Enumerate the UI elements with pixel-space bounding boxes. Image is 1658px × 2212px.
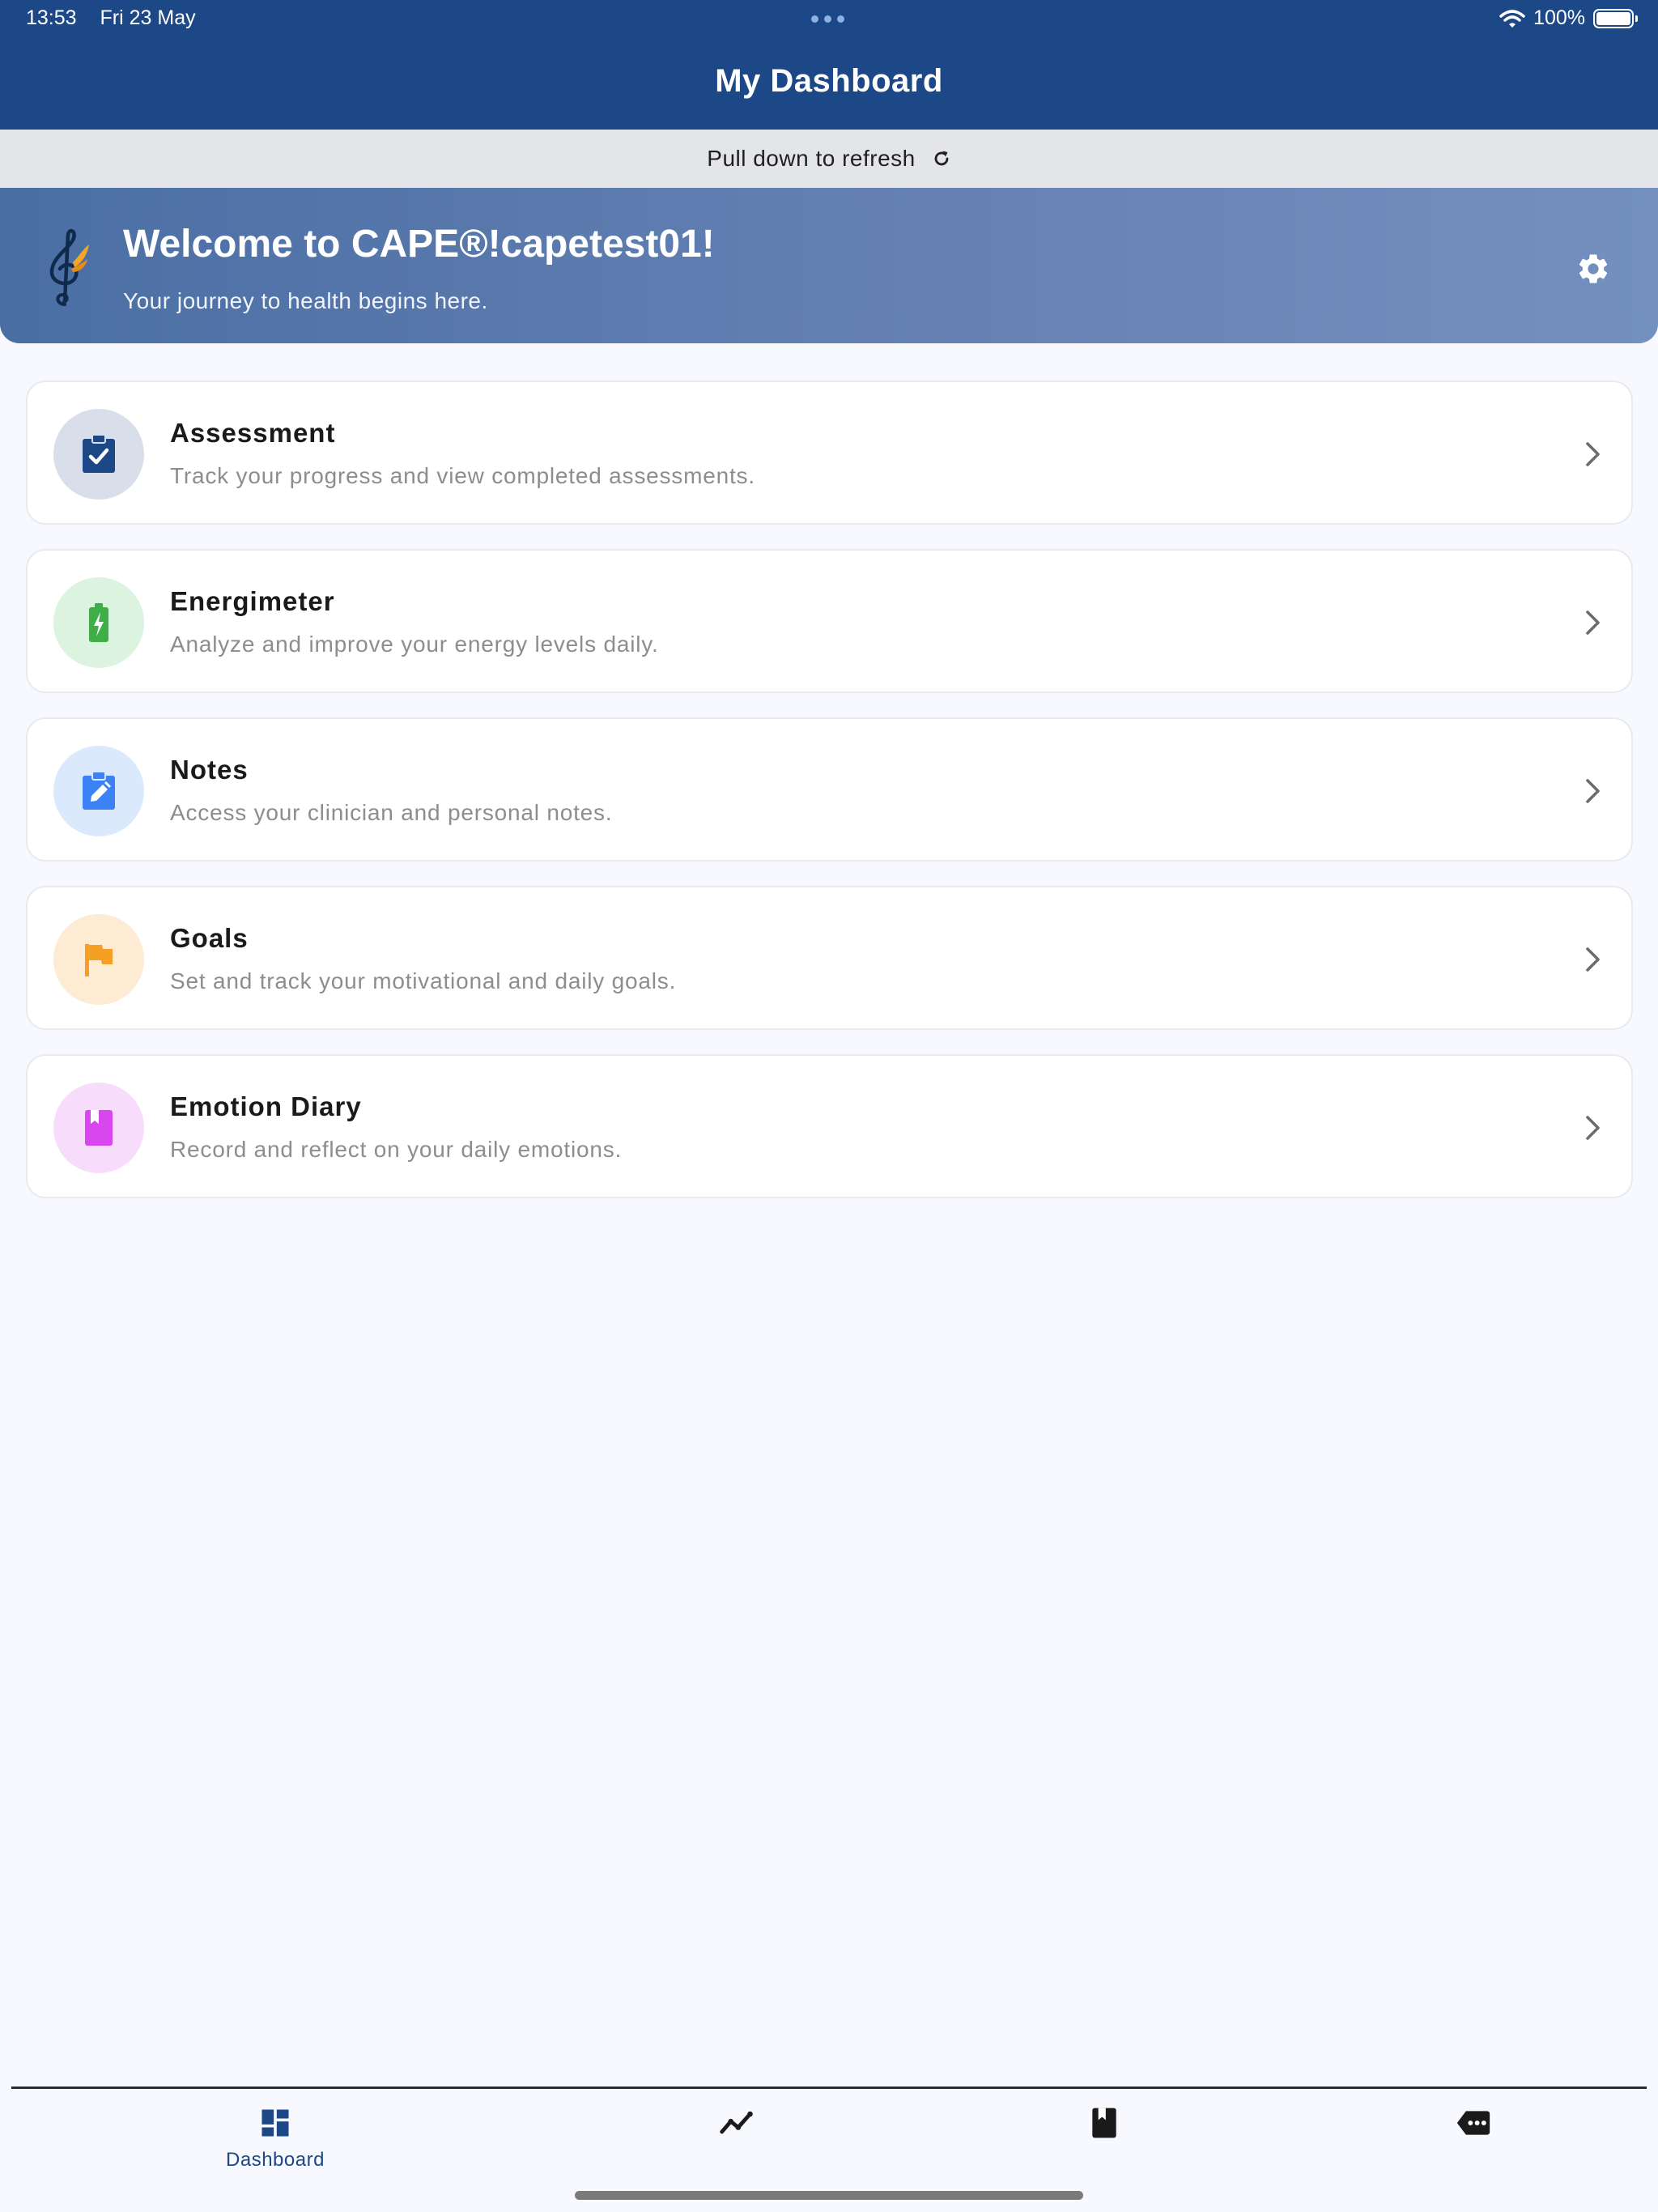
pull-to-refresh-bar[interactable]: Pull down to refresh: [0, 130, 1658, 188]
card-icon-circle: [53, 577, 144, 668]
chevron-right-icon: [1586, 442, 1600, 466]
clipboard-edit-icon: [83, 771, 115, 810]
card-title: Notes: [170, 755, 249, 785]
top-bar: 13:53 Fri 23 May 100% My Dashboard: [0, 0, 1658, 130]
page-title: My Dashboard: [715, 63, 943, 99]
chevron-right-icon: [1586, 947, 1600, 972]
card-icon-circle: [53, 1083, 144, 1173]
status-date: Fri 23 May: [100, 6, 196, 29]
card-title: Emotion Diary: [170, 1091, 362, 1121]
card-title: Goals: [170, 923, 249, 953]
settings-gear-icon[interactable]: [1575, 251, 1611, 287]
card-description: Analyze and improve your energy levels d…: [170, 632, 659, 657]
tab-dashboard[interactable]: Dashboard: [194, 2105, 356, 2178]
card-notes[interactable]: Notes Access your clinician and personal…: [26, 717, 1633, 861]
card-title: Energimeter: [170, 586, 335, 616]
tab-library[interactable]: [1023, 2105, 1185, 2178]
welcome-title: Welcome to CAPE®!capetest01!: [123, 223, 715, 266]
card-assessment[interactable]: Assessment Track your progress and view …: [26, 381, 1633, 525]
status-time-date: 13:53 Fri 23 May: [26, 6, 196, 30]
chevron-right-icon: [1586, 779, 1600, 803]
dashboard-screen: 13:53 Fri 23 May 100% My Dashboard Pull …: [0, 0, 1658, 2212]
tab-progress[interactable]: [656, 2105, 818, 2178]
chevron-right-icon: [1586, 610, 1600, 635]
clipboard-check-icon: [83, 434, 115, 473]
chevron-right-icon: [1586, 1116, 1600, 1140]
flag-icon: [85, 944, 113, 976]
card-icon-circle: [53, 746, 144, 836]
more-tag-icon: [1456, 2111, 1490, 2135]
card-icon-circle: [53, 409, 144, 500]
refresh-icon: [934, 151, 949, 166]
card-description: Track your progress and view completed a…: [170, 463, 755, 488]
battery-charging-icon: [89, 603, 108, 642]
card-icon-circle: [53, 914, 144, 1005]
card-description: Record and reflect on your daily emotion…: [170, 1137, 623, 1162]
card-energimeter[interactable]: Energimeter Analyze and improve your ene…: [26, 549, 1633, 693]
card-description: Access your clinician and personal notes…: [170, 800, 613, 825]
dashboard-icon: [261, 2109, 289, 2137]
wifi-icon: [1499, 9, 1525, 28]
tab-label: Dashboard: [226, 2149, 325, 2171]
battery-icon: [1593, 8, 1638, 28]
status-time: 13:53: [26, 6, 77, 29]
bookmark-book-icon: [85, 1110, 113, 1146]
card-title: Assessment: [170, 418, 336, 448]
book-icon: [1092, 2108, 1116, 2138]
card-emotion-diary[interactable]: Emotion Diary Record and reflect on your…: [26, 1054, 1633, 1198]
home-indicator[interactable]: [575, 2191, 1083, 2200]
battery-percent: 100%: [1533, 6, 1585, 29]
cape-logo-icon: [49, 228, 89, 306]
card-goals[interactable]: Goals Set and track your motivational an…: [26, 886, 1633, 1030]
card-description: Set and track your motivational and dail…: [170, 968, 677, 993]
multitasking-dots-icon[interactable]: [811, 15, 844, 23]
welcome-subtitle: Your journey to health begins here.: [123, 288, 488, 313]
chart-line-icon: [720, 2111, 753, 2134]
tab-more[interactable]: [1392, 2105, 1554, 2178]
status-indicators: 100%: [1499, 6, 1638, 30]
refresh-label: Pull down to refresh: [707, 146, 916, 171]
welcome-banner: Welcome to CAPE®!capetest01! Your journe…: [0, 188, 1658, 343]
